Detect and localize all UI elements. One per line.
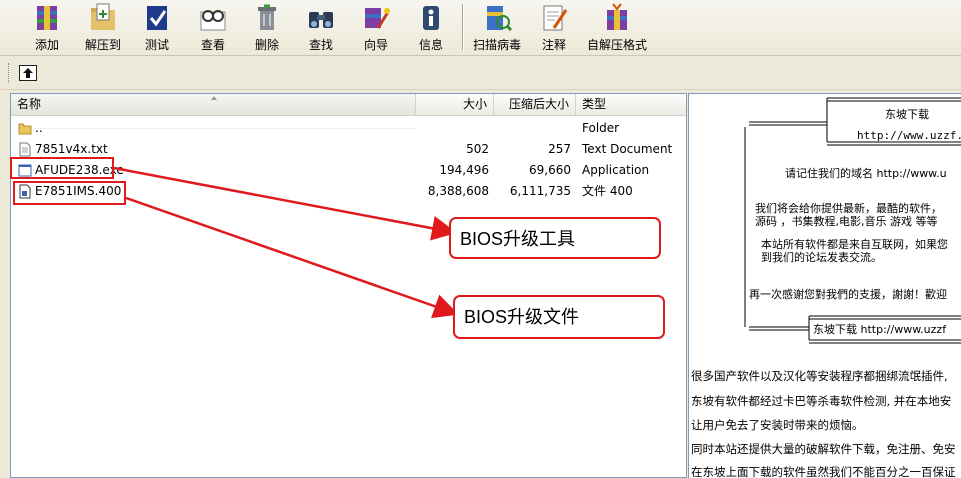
toolbar-separator	[462, 4, 464, 50]
scan-virus-label: 扫描病毒	[472, 38, 521, 52]
test-label: 测试	[144, 38, 169, 52]
callout-file: BIOS升级文件	[453, 295, 665, 339]
comment-paragraph: 同时本站还提供大量的破解软件下载，免注册、免安	[691, 442, 956, 456]
comment-line: 再一次感谢您對我們的支援，謝謝！歡迎	[749, 288, 947, 301]
file-list-header: 名称 大小 压缩后大小 类型	[11, 94, 686, 116]
find-label: 查找	[308, 38, 333, 52]
highlight-bios-file	[13, 181, 126, 205]
up-arrow-icon	[23, 68, 33, 78]
test-button[interactable]: 测试	[134, 0, 180, 56]
toolbar: 添加 解压到 测试 查看 删除 查找 向导 信息 扫描病毒 注释 自解压格式	[0, 0, 961, 56]
comment-line: 到我们的论坛发表交流。	[761, 251, 882, 264]
file-packed-size: 257	[548, 142, 571, 156]
file-row-parent[interactable]: .. Folder	[11, 118, 686, 139]
file-type: Application	[582, 163, 650, 177]
add-label: 添加	[34, 38, 59, 52]
extract-to-label: 解压到	[84, 38, 121, 52]
wizard-icon	[365, 8, 390, 29]
up-folder-button[interactable]	[19, 65, 37, 81]
toolbar-grip[interactable]	[8, 63, 11, 83]
comment-box-title: 东坡下载	[885, 108, 929, 121]
file-size: 8,388,608	[427, 184, 489, 198]
comment-line: 源码 ，书集教程,电影,音乐 游戏 等等	[755, 215, 938, 228]
view-icon	[200, 10, 226, 31]
comment-paragraph: 东坡有软件都经过卡巴等杀毒软件检测, 并在本地安	[691, 394, 952, 408]
comment-paragraph: 在东坡上面下载的软件虽然我们不能百分之一百保证	[691, 465, 956, 478]
file-packed-size: 6,111,735	[509, 184, 571, 198]
sfx-icon	[607, 3, 627, 30]
add-archive-icon	[37, 6, 57, 30]
row-guide	[35, 128, 415, 129]
extract-to-icon	[91, 3, 115, 30]
comment-paragraph: 很多国产软件以及汉化等安装程序都捆绑流氓插件,	[691, 369, 948, 383]
file-list: 名称 大小 压缩后大小 类型 .. Folder 7851v4x.txt 502…	[10, 93, 687, 478]
comment-box-url: http://www.uzzf.c	[857, 129, 961, 142]
comment-label: 注释	[541, 38, 566, 52]
file-size: 194,496	[439, 163, 489, 177]
column-type[interactable]: 类型	[576, 94, 686, 115]
add-button[interactable]: 添加	[22, 0, 72, 56]
delete-icon	[258, 4, 276, 30]
wizard-label: 向导	[363, 38, 388, 52]
view-label: 查看	[200, 38, 225, 52]
file-packed-size: 69,660	[529, 163, 571, 177]
test-icon	[147, 6, 167, 30]
folder-icon	[18, 123, 32, 135]
comment-paragraph: 让用户免去了安装时带来的烦恼。	[691, 418, 864, 432]
sort-ascending-icon	[211, 96, 217, 100]
file-type: Text Document	[582, 142, 673, 156]
comment-line: 请记住我们的域名 http://www.u	[785, 167, 947, 180]
find-icon	[309, 12, 333, 28]
column-size[interactable]: 大小	[416, 94, 494, 115]
navigation-bar	[0, 57, 961, 90]
delete-label: 删除	[254, 38, 279, 52]
callout-tool: BIOS升级工具	[449, 217, 661, 259]
info-button[interactable]: 信息	[408, 0, 454, 56]
file-type: 文件 400	[582, 184, 633, 198]
info-label: 信息	[418, 38, 443, 52]
sfx-label: 自解压格式	[586, 38, 647, 52]
comment-footer: 东坡下载 http://www.uzzf	[813, 323, 947, 336]
sfx-button[interactable]: 自解压格式	[584, 0, 650, 56]
delete-button[interactable]: 删除	[244, 0, 290, 56]
view-button[interactable]: 查看	[190, 0, 236, 56]
file-type: Folder	[582, 121, 620, 135]
scan-virus-icon	[487, 6, 513, 32]
comment-button[interactable]: 注释	[532, 0, 576, 56]
info-icon	[423, 6, 439, 30]
highlight-tool-file	[10, 157, 114, 179]
find-button[interactable]: 查找	[298, 0, 344, 56]
extract-to-button[interactable]: 解压到	[78, 0, 128, 56]
file-size: 502	[466, 142, 489, 156]
comment-icon	[543, 5, 568, 31]
scan-virus-button[interactable]: 扫描病毒	[469, 0, 525, 56]
text-file-icon	[19, 142, 31, 157]
wizard-button[interactable]: 向导	[353, 0, 399, 56]
comment-panel: 东坡下载 http://www.uzzf.c 请记住我们的域名 http://w…	[688, 93, 961, 478]
column-packed[interactable]: 压缩后大小	[494, 94, 576, 115]
